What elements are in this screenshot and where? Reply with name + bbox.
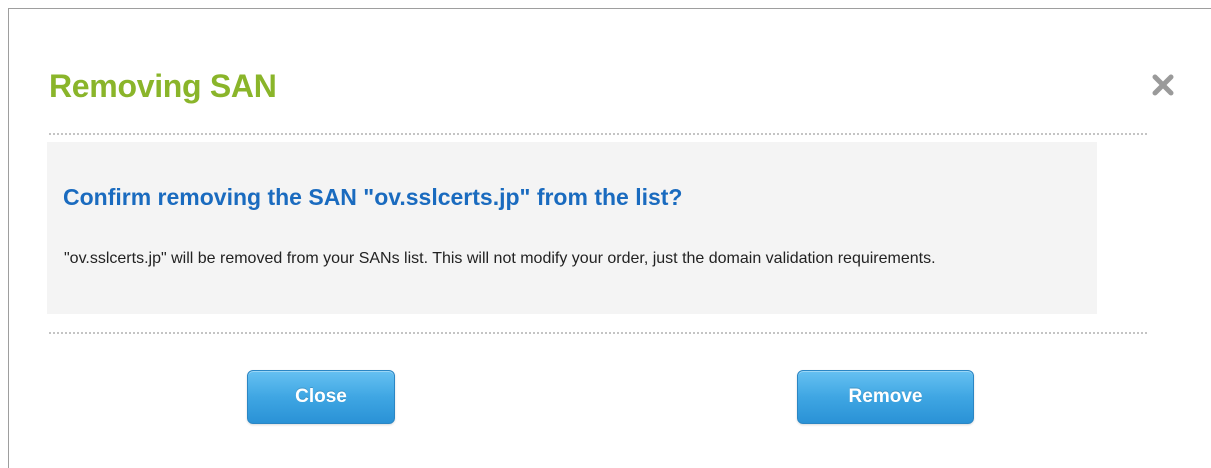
close-icon[interactable] bbox=[1151, 73, 1175, 97]
top-divider bbox=[49, 133, 1147, 135]
dialog-title: Removing SAN bbox=[49, 68, 277, 104]
close-button[interactable]: Close bbox=[247, 370, 395, 424]
confirmation-detail: "ov.sslcerts.jp" will be removed from yo… bbox=[64, 250, 936, 267]
remove-san-dialog: Removing SAN Confirm removing the SAN "o… bbox=[8, 8, 1211, 468]
remove-button[interactable]: Remove bbox=[797, 370, 974, 424]
confirmation-question: Confirm removing the SAN "ov.sslcerts.jp… bbox=[63, 184, 683, 210]
confirmation-message-box: Confirm removing the SAN "ov.sslcerts.jp… bbox=[47, 142, 1097, 314]
bottom-divider bbox=[49, 332, 1147, 334]
